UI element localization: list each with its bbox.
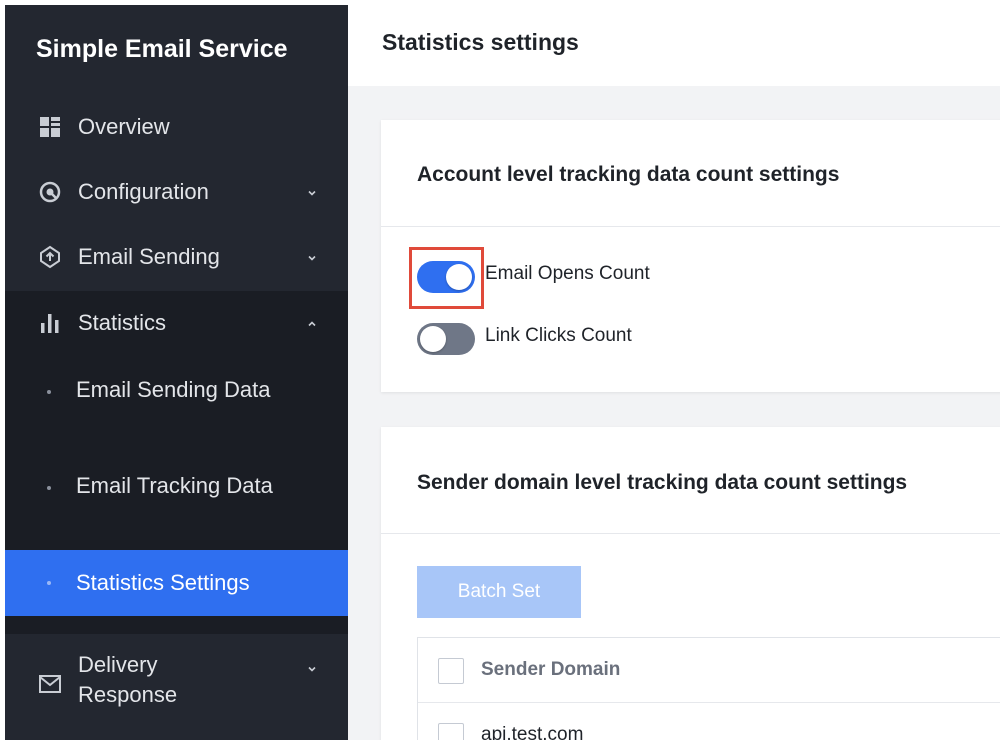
- link-clicks-toggle[interactable]: [417, 323, 475, 355]
- sidebar-item-statistics[interactable]: Statistics: [5, 293, 348, 353]
- card-title: Account level tracking data count settin…: [417, 163, 840, 186]
- sidebar-item-label: Configuration: [78, 179, 209, 204]
- chevron-down-icon: [306, 186, 318, 198]
- main-content: Statistics settings Account level tracki…: [348, 5, 1000, 740]
- bullet-dot: [47, 581, 51, 585]
- bullet-dot: [47, 486, 51, 490]
- divider: [381, 533, 1000, 534]
- app-title: Simple Email Service: [36, 35, 288, 63]
- row-checkbox[interactable]: [438, 723, 464, 740]
- page-title: Statistics settings: [382, 29, 579, 55]
- toggle-label: Email Opens Count: [485, 263, 650, 284]
- page-header: Statistics settings: [348, 5, 1000, 86]
- sidebar-subitem-statistics-settings[interactable]: Statistics Settings: [5, 550, 348, 616]
- chevron-down-icon: [306, 251, 318, 263]
- sidebar-item-label: Delivery Response: [78, 652, 178, 707]
- toggle-knob: [420, 326, 446, 352]
- highlight-box: [409, 247, 484, 309]
- sidebar-item-label: Statistics: [78, 310, 167, 335]
- statistics-submenu: Statistics Email Sending Data Email Trac…: [5, 291, 348, 634]
- sidebar-subitem-email-tracking-data[interactable]: Email Tracking Data: [5, 451, 348, 547]
- sidebar-subitem-label: Email Tracking Data: [76, 473, 273, 498]
- sidebar-subitem-label: Statistics Settings: [76, 570, 250, 595]
- card-title: Sender domain level tracking data count …: [417, 471, 908, 494]
- select-all-checkbox[interactable]: [438, 658, 464, 684]
- grid-icon: [38, 115, 62, 139]
- mail-icon: [38, 672, 62, 696]
- sidebar-item-configuration[interactable]: Configuration: [5, 162, 348, 222]
- table-header-row: Sender Domain: [418, 638, 1000, 703]
- sidebar-item-label: Email Sending: [78, 244, 220, 269]
- domain-tracking-card: Sender domain level tracking data count …: [381, 427, 1000, 740]
- divider: [381, 226, 1000, 227]
- sidebar-item-label: Overview: [78, 114, 170, 139]
- bar-chart-icon: [38, 311, 62, 335]
- chevron-up-icon: [306, 317, 318, 329]
- link-clicks-toggle-row: Link Clicks Count: [417, 321, 817, 355]
- sidebar-subitem-label: Email Sending Data: [76, 377, 271, 402]
- batch-set-button[interactable]: Batch Set: [417, 566, 581, 618]
- sidebar-item-overview[interactable]: Overview: [5, 97, 348, 157]
- gear-icon: [38, 180, 62, 204]
- sidebar-subitem-email-sending-data[interactable]: Email Sending Data: [5, 355, 348, 451]
- upload-icon: [38, 245, 62, 269]
- chevron-down-icon: [306, 662, 318, 674]
- sender-domain-cell: api.test.com: [481, 724, 584, 740]
- sidebar-item-email-sending[interactable]: Email Sending: [5, 227, 348, 287]
- bullet-dot: [47, 390, 51, 394]
- toggle-label: Link Clicks Count: [485, 325, 632, 346]
- column-header-sender-domain: Sender Domain: [481, 659, 621, 680]
- sidebar-item-delivery-response[interactable]: Delivery Response: [5, 646, 348, 718]
- table-row: api.test.com: [418, 703, 1000, 740]
- sidebar: Simple Email Service Overview Configurat…: [5, 5, 348, 740]
- sender-domain-table: Sender Domain api.test.com: [417, 637, 1000, 740]
